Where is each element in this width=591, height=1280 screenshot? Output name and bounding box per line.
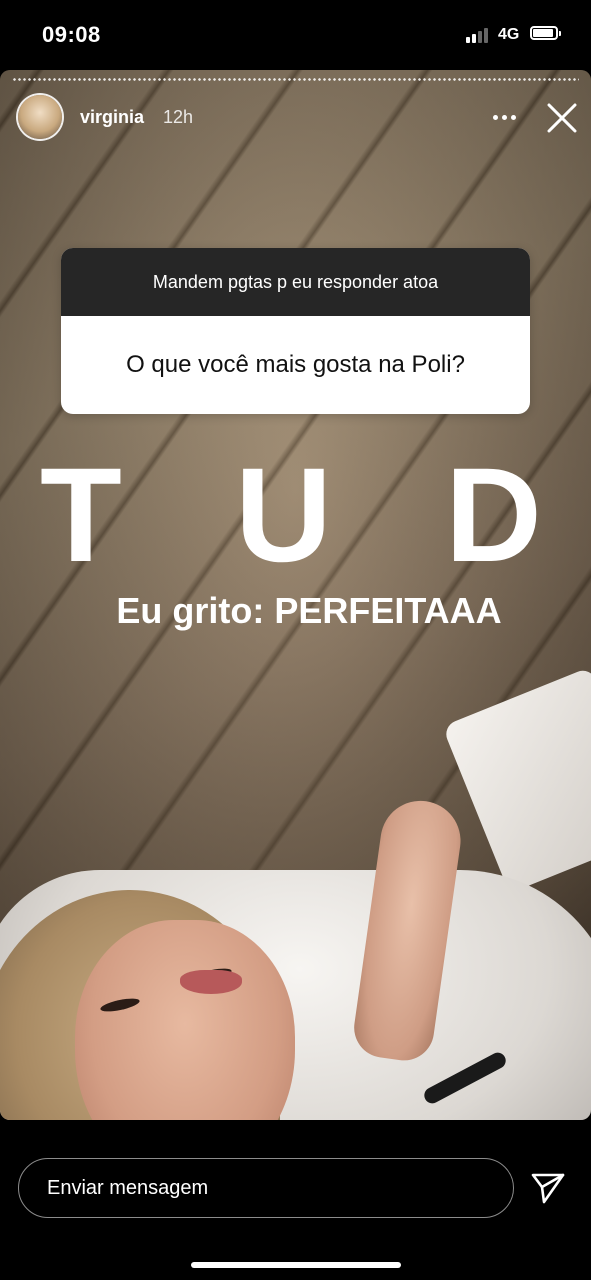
instagram-story-screen: 09:08 4G virginia 12h Mandem pgtas p eu … [0, 0, 591, 1280]
question-sticker-question: O que você mais gosta na Poli? [126, 351, 465, 378]
cellular-signal-icon [466, 27, 492, 43]
status-time: 09:08 [42, 22, 101, 47]
story-timestamp: 12h [163, 107, 194, 127]
story-progress-bar [12, 78, 579, 81]
network-type: 4G [498, 26, 520, 43]
person-mouth [180, 970, 242, 994]
question-sticker-prompt: Mandem pgtas p eu responder atoa [61, 248, 530, 316]
story-overlay-title: T U D O [40, 441, 591, 590]
story-overlay-subtitle: Eu grito: PERFEITAAA [116, 590, 502, 631]
send-icon[interactable] [530, 1171, 566, 1205]
battery-level-fill [533, 29, 553, 37]
story-username[interactable]: virginia [80, 107, 144, 128]
battery-icon [530, 26, 561, 40]
more-options-icon[interactable] [490, 104, 520, 128]
status-bar: 09:08 4G [0, 0, 591, 66]
send-message-input[interactable] [18, 1158, 514, 1218]
close-icon[interactable] [544, 100, 580, 136]
avatar[interactable] [18, 95, 62, 139]
home-indicator[interactable] [191, 1262, 401, 1268]
story-header: virginia 12h [0, 88, 591, 148]
question-sticker[interactable]: Mandem pgtas p eu responder atoa O que v… [61, 248, 530, 414]
person-face [75, 920, 295, 1120]
